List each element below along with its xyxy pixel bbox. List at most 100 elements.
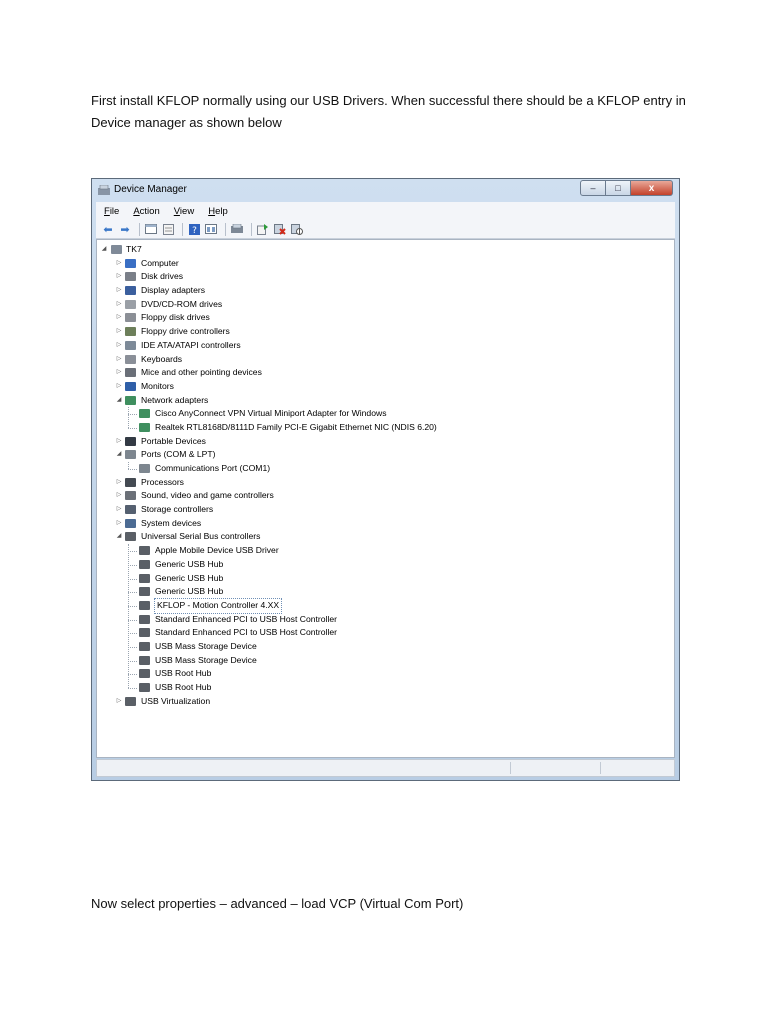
tree-item-label: Cisco AnyConnect VPN Virtual Miniport Ad… [155,408,387,419]
tree-category[interactable]: ▷ Floppy disk drives [97,311,674,325]
tree-connector-dot [128,427,137,429]
scan-hardware-icon[interactable] [230,223,244,235]
expand-arrow-icon[interactable]: ▷ [115,257,123,271]
tree-category[interactable]: ▷ Mice and other pointing devices [97,366,674,380]
disable-device-icon[interactable] [290,223,304,235]
menu-help[interactable]: Help [208,206,228,217]
expand-arrow-icon[interactable]: ▷ [115,476,123,490]
properties-icon[interactable] [161,223,175,235]
expand-arrow-icon[interactable]: ▷ [115,270,123,284]
tree-category[interactable]: ▷ Monitors [97,380,674,394]
uninstall-icon[interactable] [273,223,287,235]
tree-connector-dot [128,592,137,594]
expand-arrow-icon[interactable]: ▷ [115,353,123,367]
menu-view[interactable]: View [174,206,194,217]
tree-item-label: Floppy disk drives [141,312,210,323]
tree-item-label: USB Root Hub [155,682,212,692]
maximize-button[interactable]: □ [606,180,631,196]
tree-category[interactable]: ▷ IDE ATA/ATAPI controllers [97,339,674,353]
tree-category[interactable]: ▷ Disk drives [97,270,674,284]
expand-arrow-icon[interactable]: ▷ [115,366,123,380]
tree-category[interactable]: ▷ Storage controllers [97,503,674,517]
network-adapter-icon [125,395,136,405]
tree-device[interactable]: Standard Enhanced PCI to USB Host Contro… [97,613,674,627]
tree-device-selected[interactable]: KFLOP - Motion Controller 4.XX [97,597,674,614]
tree-item-label: DVD/CD-ROM drives [141,298,223,309]
expand-arrow-icon[interactable]: ▷ [115,503,123,517]
expand-arrow-icon[interactable]: ▷ [115,380,123,394]
tree-item-label: Ports (COM & LPT) [141,449,216,460]
tree-device[interactable]: Generic USB Hub [97,572,674,586]
tree-device[interactable]: USB Mass Storage Device [97,640,674,654]
tree-category[interactable]: ◢ Universal Serial Bus controllers [97,530,674,544]
tree-item-label: IDE ATA/ATAPI controllers [141,339,241,350]
mouse-icon [125,368,136,378]
minimize-button[interactable]: – [580,180,606,196]
tree-root[interactable]: ◢ TK7 [97,243,674,257]
status-divider [600,762,601,774]
toolbar-separator [251,222,252,236]
tree-item-label: USB Mass Storage Device [155,640,257,651]
expand-arrow-icon[interactable]: ▷ [115,517,123,531]
tree-category[interactable]: ▷ Display adapters [97,284,674,298]
tree-category[interactable]: ▷ Keyboards [97,353,674,367]
expand-arrow-icon[interactable]: ▷ [115,489,123,503]
close-button[interactable]: x [631,180,673,196]
tree-item-label: Mice and other pointing devices [141,367,262,378]
view-icon[interactable] [204,223,218,235]
tree-category[interactable]: ◢ Ports (COM & LPT) [97,448,674,462]
tree-category[interactable]: ▷ Floppy drive controllers [97,325,674,339]
expand-arrow-icon[interactable]: ▷ [115,695,123,709]
ide-controller-icon [125,340,136,350]
tree-category[interactable]: ▷ USB Virtualization [97,695,674,709]
expand-arrow-icon[interactable]: ▷ [115,435,123,449]
tree-category[interactable]: ▷ Portable Devices [97,435,674,449]
device-tree-pane[interactable]: ◢ TK7 ▷ Computer ▷ Disk drives ▷ Display adapte… [96,239,675,758]
menu-file[interactable]: File [104,206,119,217]
tree-item-label: Generic USB Hub [155,586,224,597]
tree-connector-dot [128,469,137,470]
tree-device[interactable]: Generic USB Hub [97,558,674,572]
expand-arrow-icon[interactable]: ▷ [115,325,123,339]
collapse-arrow-icon[interactable]: ◢ [100,243,108,257]
collapse-arrow-icon[interactable]: ◢ [115,530,123,544]
tree-category[interactable]: ▷ Sound, video and game controllers [97,489,674,503]
tree-device[interactable]: Apple Mobile Device USB Driver [97,544,674,558]
tree-category[interactable]: ▷ System devices [97,517,674,531]
toolbar-separator [182,222,183,236]
tree-item-label: Monitors [141,380,174,391]
title-bar[interactable]: Device Manager – □ x [92,179,679,202]
tree-device[interactable]: Realtek RTL8168D/8111D Family PCI-E Giga… [97,421,674,435]
outro-paragraph: Now select properties – advanced – load … [91,896,464,911]
usb-virtualization-icon [125,696,136,706]
device-icon [139,546,150,556]
tree-item-label: Display adapters [141,285,206,296]
back-icon[interactable]: ⬅ [101,223,115,236]
show-hide-console-tree-icon[interactable] [144,223,158,235]
tree-device[interactable]: Generic USB Hub [97,585,674,599]
collapse-arrow-icon[interactable]: ◢ [115,394,123,408]
tree-device[interactable]: USB Mass Storage Device [97,654,674,668]
tree-category[interactable]: ▷ Computer [97,257,674,271]
expand-arrow-icon[interactable]: ▷ [115,311,123,325]
tree-category[interactable]: ▷ DVD/CD-ROM drives [97,298,674,312]
help-icon[interactable]: ? [187,223,201,235]
tree-device[interactable]: Communications Port (COM1) [97,462,674,476]
tree-category[interactable]: ◢ Network adapters [97,394,674,408]
tree-device[interactable]: USB Root Hub [97,667,674,681]
expand-arrow-icon[interactable]: ▷ [115,284,123,298]
device-icon [139,600,150,610]
collapse-arrow-icon[interactable]: ◢ [115,448,123,462]
tree-item-label: Sound, video and game controllers [141,490,274,501]
tree-device[interactable]: USB Root Hub [97,681,674,695]
tree-connector-dot [128,646,137,648]
menu-action[interactable]: Action [133,206,159,217]
expand-arrow-icon[interactable]: ▷ [115,339,123,353]
device-icon [139,422,150,432]
tree-device[interactable]: Cisco AnyConnect VPN Virtual Miniport Ad… [97,407,674,421]
update-driver-icon[interactable] [256,223,270,235]
forward-icon[interactable]: ➡ [118,223,132,236]
expand-arrow-icon[interactable]: ▷ [115,298,123,312]
tree-device[interactable]: Standard Enhanced PCI to USB Host Contro… [97,626,674,640]
tree-category[interactable]: ▷ Processors [97,476,674,490]
